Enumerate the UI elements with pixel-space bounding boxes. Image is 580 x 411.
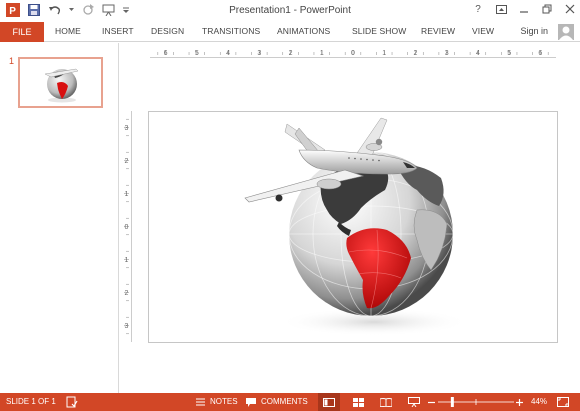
- normal-view-icon: [323, 397, 335, 407]
- ruler-label: 3: [125, 323, 129, 330]
- plus-icon: [516, 398, 523, 406]
- zoom-in-button[interactable]: [516, 393, 523, 411]
- tab-view[interactable]: VIEW: [472, 22, 494, 42]
- slide-sorter-icon: [352, 397, 364, 407]
- tab-file[interactable]: FILE: [0, 22, 44, 42]
- ruler-label: 3: [125, 125, 129, 132]
- close-icon[interactable]: [564, 3, 576, 15]
- ruler-label: 1: [320, 50, 324, 57]
- ruler-label: 3: [257, 50, 261, 57]
- tab-animations[interactable]: ANIMATIONS: [277, 22, 330, 42]
- title-bar: P Presentation1 - PowerPoint ?: [0, 0, 580, 22]
- notes-button[interactable]: NOTES: [193, 393, 238, 411]
- minus-icon: [428, 401, 435, 403]
- avatar[interactable]: [558, 24, 574, 40]
- vertical-ruler: 3 2 1 0 1 2 3: [121, 111, 132, 342]
- slide-show-icon: [408, 397, 420, 407]
- sign-in-link[interactable]: Sign in: [520, 22, 548, 40]
- zoom-slider-thumb[interactable]: [450, 397, 454, 407]
- comments-label: COMMENTS: [261, 397, 308, 406]
- reading-view-button[interactable]: [376, 393, 396, 411]
- restore-icon[interactable]: [541, 3, 553, 15]
- horizontal-ruler: 6 5 4 3 2 1 0 1 2 3 4 5 6: [150, 47, 556, 58]
- ruler-label: 1: [125, 191, 129, 198]
- ruler-label: 4: [226, 50, 230, 57]
- ruler-label: 6: [164, 50, 168, 57]
- help-button[interactable]: ?: [472, 3, 484, 15]
- ruler-label: 0: [125, 224, 129, 231]
- slide-canvas[interactable]: [148, 111, 558, 343]
- zoom-level[interactable]: 44%: [531, 393, 547, 411]
- thumbnail-globe-image: [43, 68, 78, 102]
- ruler-label: 4: [476, 50, 480, 57]
- slide-sorter-view-button[interactable]: [348, 393, 368, 411]
- zoom-slider[interactable]: [438, 393, 514, 411]
- normal-view-button[interactable]: [318, 393, 340, 411]
- zoom-out-button[interactable]: [428, 393, 435, 411]
- window-controls: ?: [472, 3, 576, 15]
- minimize-icon[interactable]: [518, 3, 530, 15]
- status-bar: SLIDE 1 OF 1 NOTES COMMENTS 44%: [0, 393, 580, 411]
- ruler-label: 1: [382, 50, 386, 57]
- ruler-label: 2: [289, 50, 293, 57]
- slide-thumbnail[interactable]: [18, 57, 103, 108]
- ruler-label: 3: [445, 50, 449, 57]
- tab-design[interactable]: DESIGN: [151, 22, 184, 42]
- notes-label: NOTES: [210, 397, 238, 406]
- ruler-label: 5: [507, 50, 511, 57]
- tab-home[interactable]: HOME: [55, 22, 81, 42]
- tab-review[interactable]: REVIEW: [421, 22, 455, 42]
- fit-slide-icon: [557, 397, 569, 407]
- slide-indicator: SLIDE 1 OF 1: [6, 397, 56, 406]
- comments-icon: [244, 395, 258, 409]
- slide-thumbnail-number: 1: [9, 56, 15, 66]
- spell-check-icon[interactable]: [66, 393, 78, 411]
- ruler-label: 2: [125, 290, 129, 297]
- tab-insert[interactable]: INSERT: [102, 22, 134, 42]
- reading-view-icon: [380, 397, 392, 407]
- ribbon-display-options-icon[interactable]: [495, 3, 507, 15]
- tab-transitions[interactable]: TRANSITIONS: [202, 22, 260, 42]
- fit-slide-button[interactable]: [557, 393, 569, 411]
- ruler-label: 2: [125, 158, 129, 165]
- slide-show-view-button[interactable]: [404, 393, 424, 411]
- comments-button[interactable]: COMMENTS: [244, 393, 308, 411]
- ruler-label: 6: [538, 50, 542, 57]
- slide-thumbnail-pane: 1: [0, 43, 119, 393]
- tab-slide-show[interactable]: SLIDE SHOW: [352, 22, 406, 42]
- globe-airplane-image[interactable]: [149, 112, 559, 344]
- zoom-slider-track: [438, 397, 514, 407]
- ruler-label: 0: [351, 50, 355, 57]
- ruler-label: 1: [125, 257, 129, 264]
- ruler-label: 5: [195, 50, 199, 57]
- ruler-label: 2: [414, 50, 418, 57]
- notes-icon: [193, 395, 207, 409]
- ribbon-tabs: FILE HOME INSERT DESIGN TRANSITIONS ANIM…: [0, 22, 580, 42]
